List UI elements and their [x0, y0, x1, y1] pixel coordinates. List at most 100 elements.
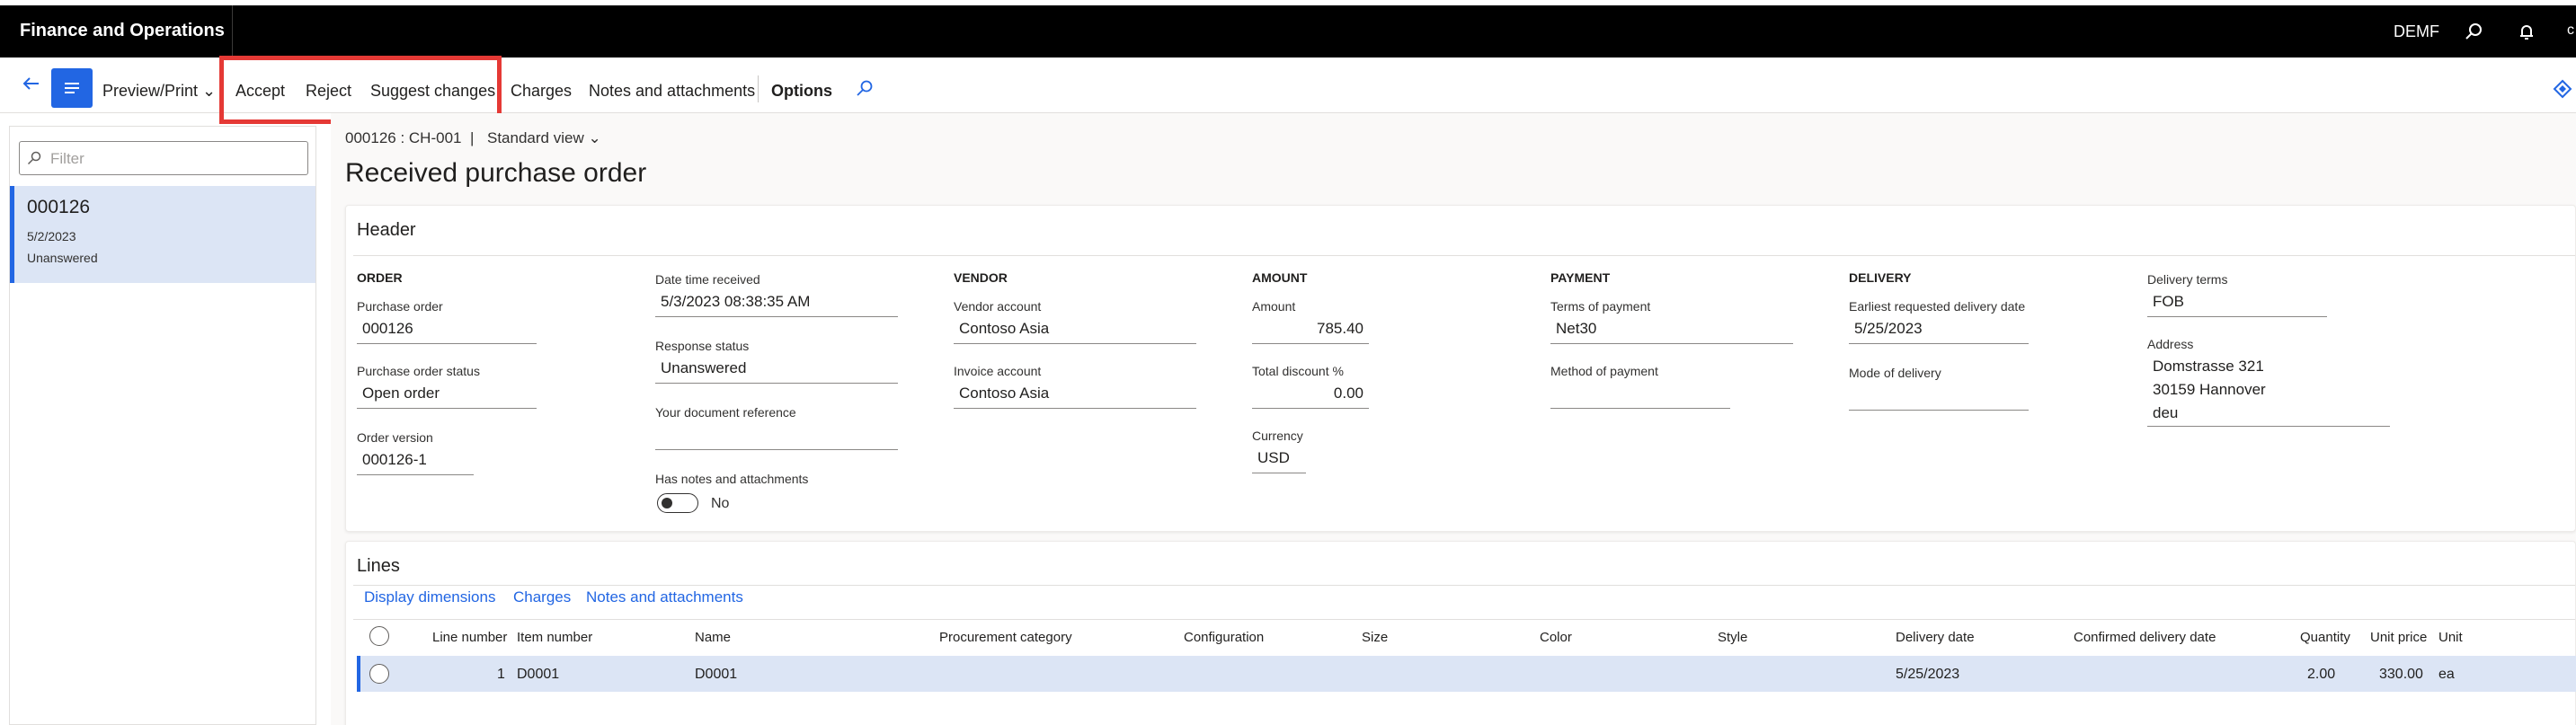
column-header[interactable]: Unit price	[2370, 630, 2427, 645]
charges-button[interactable]: Charges	[511, 82, 572, 101]
has-notes-label: Has notes and attachments	[655, 472, 809, 486]
date-time-received-label: Date time received	[655, 272, 760, 287]
toggle-knob	[662, 498, 672, 508]
total-discount-label: Total discount %	[1252, 364, 1344, 378]
po-status-label: Purchase order status	[357, 364, 480, 378]
page-title: Received purchase order	[345, 158, 647, 188]
mode-of-delivery-field[interactable]	[1849, 384, 2029, 411]
divider	[353, 585, 2575, 586]
header-title[interactable]: Header	[357, 220, 416, 241]
column-header[interactable]: Configuration	[1184, 630, 1264, 645]
order-version-label: Order version	[357, 430, 433, 445]
view-selector[interactable]: Standard view ⌄	[487, 129, 601, 147]
column-header[interactable]: Line number	[432, 630, 507, 645]
hamburger-menu-button[interactable]	[51, 68, 93, 108]
cell-item-number[interactable]: D0001	[517, 667, 559, 683]
column-header[interactable]: Size	[1362, 630, 1388, 645]
response-status-label: Response status	[655, 339, 750, 353]
search-icon[interactable]	[2460, 18, 2487, 45]
accept-button[interactable]: Accept	[235, 82, 285, 101]
amount-field[interactable]: 785.40	[1252, 317, 1369, 344]
back-arrow-icon[interactable]	[18, 70, 45, 97]
cell-name: D0001	[695, 667, 738, 682]
address-field[interactable]: Domstrasse 321 30159 Hannover deu	[2147, 355, 2390, 427]
search-icon	[27, 151, 41, 170]
list-item-status: Unanswered	[27, 251, 98, 265]
notes-attachments-button[interactable]: Notes and attachments	[589, 82, 755, 101]
date-time-received-field[interactable]: 5/3/2023 08:38:35 AM	[655, 290, 898, 317]
method-of-payment-field[interactable]	[1550, 382, 1730, 409]
terms-of-payment-field[interactable]: Net30	[1550, 317, 1793, 344]
column-header[interactable]: Color	[1540, 630, 1572, 645]
earliest-delivery-field[interactable]: 5/25/2023	[1849, 317, 2029, 344]
terms-of-payment-label: Terms of payment	[1550, 299, 1651, 314]
column-header[interactable]: Confirmed delivery date	[2074, 630, 2216, 645]
mode-of-delivery-label: Mode of delivery	[1849, 366, 1941, 380]
list-item-date: 5/2/2023	[27, 229, 76, 243]
address-label: Address	[2147, 337, 2194, 351]
filter-input[interactable]: Filter	[19, 141, 308, 175]
po-status-field[interactable]: Open order	[357, 382, 537, 409]
select-all-radio[interactable]	[369, 626, 389, 646]
cell-delivery-date: 5/25/2023	[1896, 667, 1960, 682]
purchase-order-label: Purchase order	[357, 299, 443, 314]
vendor-account-label: Vendor account	[954, 299, 1042, 314]
order-group-label: ORDER	[357, 270, 403, 285]
list-item[interactable]: 000126 5/2/2023 Unanswered	[10, 186, 315, 283]
earliest-delivery-label: Earliest requested delivery date	[1849, 299, 2026, 314]
bell-icon[interactable]	[2513, 18, 2540, 45]
preview-print-button[interactable]: Preview/Print ⌄	[102, 82, 216, 101]
main-content: 000126 : CH-001 | Standard view ⌄ Receiv…	[331, 113, 2576, 725]
breadcrumb-record: 000126 : CH-001 |	[345, 129, 475, 146]
options-tab[interactable]: Options	[771, 82, 832, 101]
address-line: 30159 Hannover	[2153, 381, 2266, 398]
action-pane: Preview/Print ⌄ Accept Reject Suggest ch…	[0, 57, 2576, 113]
has-notes-value: No	[711, 496, 730, 511]
brand-divider	[232, 5, 233, 57]
company-picker[interactable]: DEMF	[2394, 22, 2439, 41]
currency-field[interactable]: USD	[1252, 446, 1306, 473]
top-bar: Finance and Operations DEMF c	[0, 5, 2576, 57]
user-avatar-edge[interactable]: c	[2567, 22, 2574, 39]
divider	[353, 619, 2575, 620]
column-header[interactable]: Procurement category	[939, 630, 1072, 645]
divider	[353, 255, 2575, 256]
list-item-id: 000126	[27, 197, 91, 217]
suggest-changes-button[interactable]: Suggest changes	[370, 82, 495, 101]
lines-title[interactable]: Lines	[357, 556, 400, 577]
method-of-payment-label: Method of payment	[1550, 364, 1658, 378]
total-discount-field[interactable]: 0.00	[1252, 382, 1369, 409]
has-notes-toggle[interactable]	[657, 493, 698, 513]
app-title[interactable]: Finance and Operations	[20, 21, 225, 41]
document-reference-label: Your document reference	[655, 405, 796, 420]
power-apps-icon[interactable]	[2553, 79, 2572, 99]
payment-group-label: PAYMENT	[1550, 270, 1611, 285]
vendor-group-label: VENDOR	[954, 270, 1008, 285]
filter-placeholder: Filter	[50, 150, 84, 167]
display-dimensions-button[interactable]: Display dimensions	[364, 588, 495, 606]
column-header[interactable]: Name	[695, 630, 731, 645]
column-header[interactable]: Unit	[2438, 630, 2463, 645]
address-line: Domstrasse 321	[2153, 358, 2264, 375]
column-header[interactable]: Delivery date	[1896, 630, 1975, 645]
row-select-radio[interactable]	[369, 664, 389, 684]
column-header[interactable]: Item number	[517, 630, 592, 645]
invoice-account-field[interactable]: Contoso Asia	[954, 382, 1196, 409]
currency-label: Currency	[1252, 429, 1303, 443]
reject-button[interactable]: Reject	[306, 82, 351, 101]
search-icon[interactable]	[856, 79, 875, 99]
delivery-terms-label: Delivery terms	[2147, 272, 2228, 287]
lines-charges-button[interactable]: Charges	[513, 588, 571, 606]
column-header[interactable]: Style	[1718, 630, 1747, 645]
delivery-terms-field[interactable]: FOB	[2147, 290, 2327, 317]
table-row[interactable]	[357, 656, 2576, 692]
document-reference-field[interactable]	[655, 423, 898, 450]
delivery-group-label: DELIVERY	[1849, 270, 1912, 285]
response-status-field[interactable]: Unanswered	[655, 357, 898, 384]
column-header[interactable]: Quantity	[2300, 630, 2350, 645]
lines-notes-button[interactable]: Notes and attachments	[586, 588, 743, 606]
vendor-account-field[interactable]: Contoso Asia	[954, 317, 1196, 344]
amount-group-label: AMOUNT	[1252, 270, 1308, 285]
order-version-field[interactable]: 000126-1	[357, 448, 474, 475]
purchase-order-field[interactable]: 000126	[357, 317, 537, 344]
